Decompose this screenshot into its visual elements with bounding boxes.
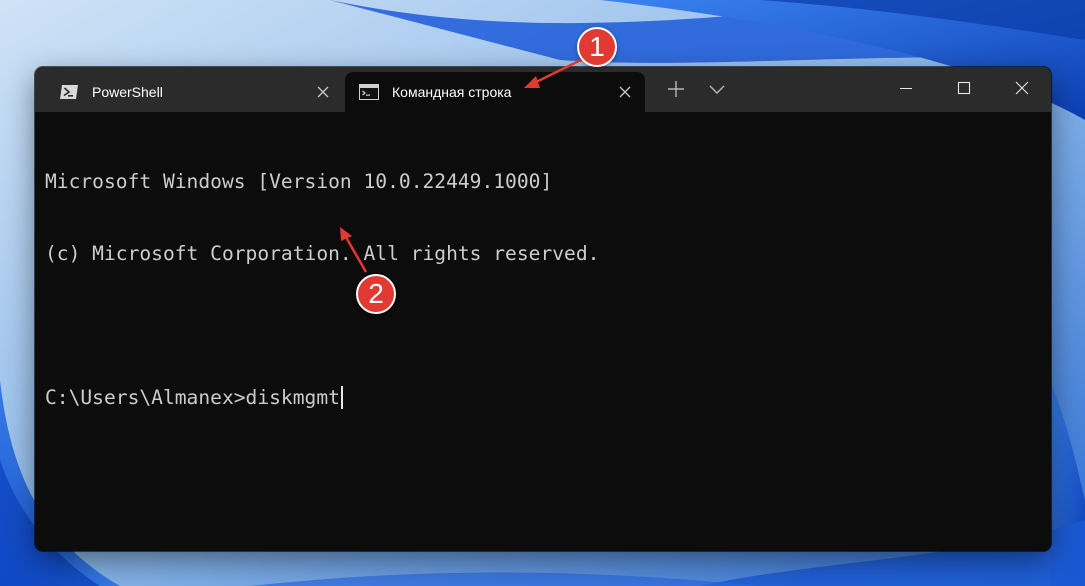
terminal-window: PowerShell Командная строка Microsoft Wi… [35,67,1051,551]
maximize-button[interactable] [935,67,993,109]
annotation-badge-1: 1 [577,27,617,67]
close-icon [1015,81,1029,95]
minimize-icon [900,87,912,90]
annotation-badge-2: 2 [356,274,396,314]
chevron-down-icon[interactable] [705,77,729,101]
maximize-icon [957,81,971,95]
prompt-line[interactable]: C:\Users\Almanex>diskmgmt [45,386,1041,410]
minimize-button[interactable] [877,67,935,109]
tab-powershell[interactable]: PowerShell [45,72,343,112]
tab-command-prompt[interactable]: Командная строка [345,72,645,112]
tab-label: Командная строка [392,84,512,100]
close-tab-icon[interactable] [617,84,633,100]
close-tab-icon[interactable] [315,84,331,100]
console-line: Microsoft Windows [Version 10.0.22449.10… [45,170,553,193]
close-window-button[interactable] [993,67,1051,109]
console-output[interactable]: Microsoft Windows [Version 10.0.22449.10… [45,122,1041,541]
tab-label: PowerShell [92,84,163,100]
new-tab-button[interactable] [664,77,688,101]
prompt-path: C:\Users\Almanex> [45,386,246,409]
text-cursor [340,386,343,409]
command-input[interactable]: diskmgmt [246,386,340,409]
powershell-icon [60,85,78,99]
console-line: (c) Microsoft Corporation. All rights re… [45,242,600,265]
title-bar[interactable]: PowerShell Командная строка [35,67,1051,112]
command-prompt-icon [359,84,379,100]
